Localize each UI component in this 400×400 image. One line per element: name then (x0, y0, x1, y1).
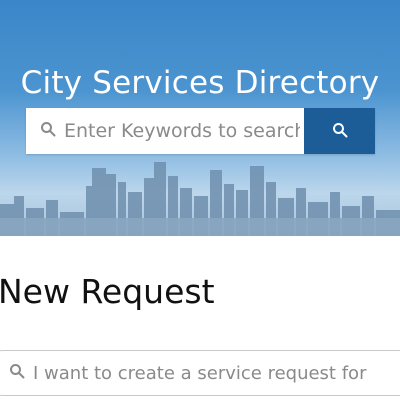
hero-banner: City Services Directory (0, 0, 400, 236)
request-search-field[interactable] (0, 350, 400, 396)
search-icon (40, 121, 56, 141)
new-request-heading: New Request (0, 272, 215, 311)
directory-search-input[interactable] (64, 120, 300, 142)
directory-search-form (26, 108, 375, 154)
search-icon (332, 122, 348, 141)
search-button[interactable] (304, 108, 375, 154)
request-search-input[interactable] (33, 362, 400, 384)
page-title: City Services Directory (20, 64, 380, 101)
search-icon (9, 363, 25, 383)
directory-search-field[interactable] (26, 108, 304, 154)
